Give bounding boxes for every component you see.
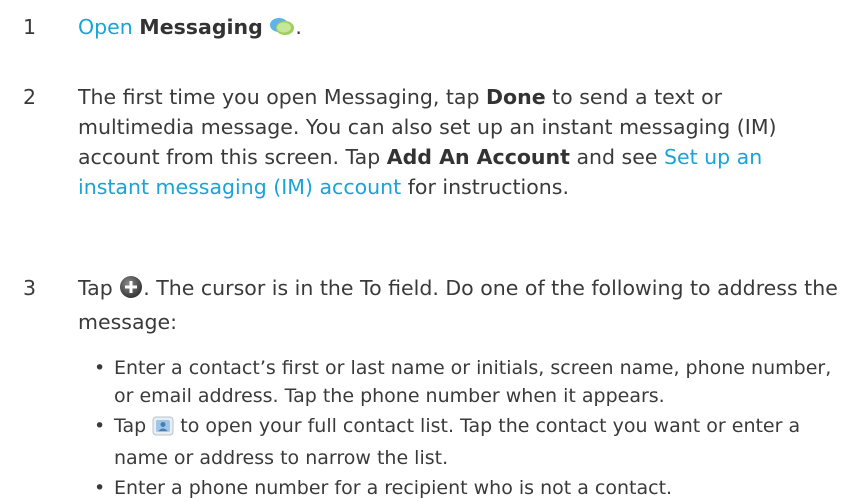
list-item: • Enter a phone number for a recipient w… <box>94 477 673 499</box>
step-text: The first time you open Messaging, tap D… <box>78 85 777 199</box>
bullet-list: • Enter a contact’s first or last name o… <box>94 354 844 502</box>
list-item: • Tap to open your full contact list. Ta… <box>94 415 801 469</box>
list-item: • Enter a contact’s first or last name o… <box>94 357 832 407</box>
new-message-icon <box>119 275 143 307</box>
step-text: Open Messaging . <box>78 12 839 46</box>
add-account-label: Add An Account <box>386 145 570 169</box>
step-text: Tap . The cursor is in the To field. Do … <box>78 275 838 334</box>
messaging-icon <box>269 16 295 46</box>
step-number: 3 <box>23 276 37 300</box>
done-label: Done <box>486 85 546 109</box>
app-name: Messaging <box>139 15 263 39</box>
contacts-icon <box>152 416 174 444</box>
step-number: 1 <box>23 15 37 39</box>
open-link[interactable]: Open <box>78 15 133 39</box>
document-page: { "steps": [ { "number": "1", "link": "O… <box>0 0 859 499</box>
step-number: 2 <box>23 85 37 109</box>
